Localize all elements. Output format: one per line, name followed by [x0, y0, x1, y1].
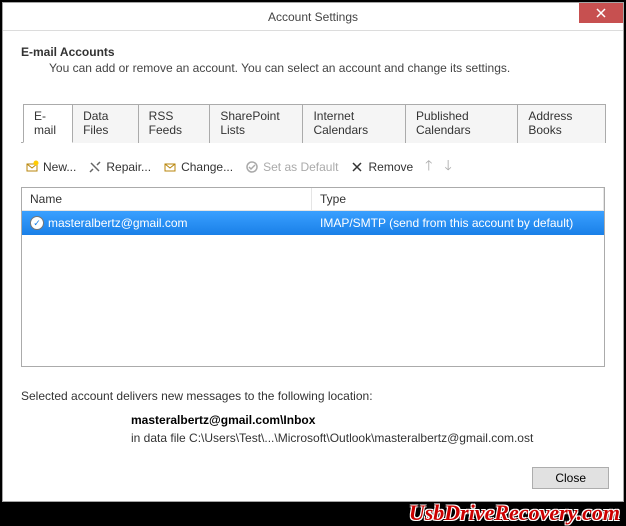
default-check-icon: ✓ — [30, 216, 44, 230]
check-circle-icon — [245, 160, 259, 174]
arrow-down-icon: 🡓 — [444, 155, 451, 179]
close-icon — [596, 8, 606, 18]
tab-sharepoint-lists[interactable]: SharePoint Lists — [209, 104, 303, 143]
tab-address-books[interactable]: Address Books — [517, 104, 606, 143]
new-icon — [25, 160, 39, 174]
move-down-button[interactable]: 🡓 — [444, 155, 451, 179]
delivery-location: masteralbertz@gmail.com\Inbox — [131, 413, 605, 427]
tab-rss-feeds[interactable]: RSS Feeds — [138, 104, 211, 143]
change-icon — [163, 160, 177, 174]
accounts-list: Name Type ✓ masteralbertz@gmail.com IMAP… — [21, 187, 605, 367]
watermark: UsbDriveRecovery.com — [409, 500, 620, 526]
column-type[interactable]: Type — [312, 188, 604, 210]
section-subheading: You can add or remove an account. You ca… — [49, 61, 605, 75]
move-up-button[interactable]: 🡑 — [425, 155, 432, 179]
change-button[interactable]: Change... — [163, 160, 233, 174]
tab-data-files[interactable]: Data Files — [72, 104, 139, 143]
tab-email[interactable]: E-mail — [23, 104, 73, 143]
section-heading: E-mail Accounts — [21, 45, 605, 59]
list-header: Name Type — [22, 188, 604, 211]
account-settings-window: Account Settings E-mail Accounts You can… — [2, 2, 624, 502]
account-name-cell: ✓ masteralbertz@gmail.com — [22, 214, 312, 232]
window-close-button[interactable] — [579, 3, 623, 23]
set-default-label: Set as Default — [263, 160, 338, 174]
repair-button[interactable]: Repair... — [88, 160, 151, 174]
remove-label: Remove — [368, 160, 413, 174]
delivery-location-label: Selected account delivers new messages t… — [21, 389, 605, 403]
repair-label: Repair... — [106, 160, 151, 174]
account-type: IMAP/SMTP (send from this account by def… — [320, 216, 573, 230]
delivery-path: in data file C:\Users\Test\...\Microsoft… — [131, 431, 605, 445]
remove-button[interactable]: Remove — [350, 160, 413, 174]
bottom-buttons: Close — [532, 467, 609, 489]
toolbar: New... Repair... Change... Set as Defaul… — [21, 153, 605, 181]
change-label: Change... — [181, 160, 233, 174]
titlebar: Account Settings — [3, 3, 623, 31]
column-name[interactable]: Name — [22, 188, 312, 210]
tab-published-calendars[interactable]: Published Calendars — [405, 104, 518, 143]
new-button[interactable]: New... — [25, 160, 76, 174]
new-label: New... — [43, 160, 76, 174]
content-area: E-mail Accounts You can add or remove an… — [3, 31, 623, 455]
list-item[interactable]: ✓ masteralbertz@gmail.com IMAP/SMTP (sen… — [22, 211, 604, 235]
remove-icon — [350, 160, 364, 174]
account-name: masteralbertz@gmail.com — [48, 216, 188, 230]
window-title: Account Settings — [3, 10, 623, 24]
tab-strip: E-mail Data Files RSS Feeds SharePoint L… — [21, 103, 605, 143]
tab-internet-calendars[interactable]: Internet Calendars — [302, 104, 406, 143]
arrow-up-icon: 🡑 — [425, 155, 432, 179]
close-button[interactable]: Close — [532, 467, 609, 489]
repair-icon — [88, 160, 102, 174]
account-type-cell: IMAP/SMTP (send from this account by def… — [312, 214, 604, 232]
set-default-button[interactable]: Set as Default — [245, 160, 338, 174]
